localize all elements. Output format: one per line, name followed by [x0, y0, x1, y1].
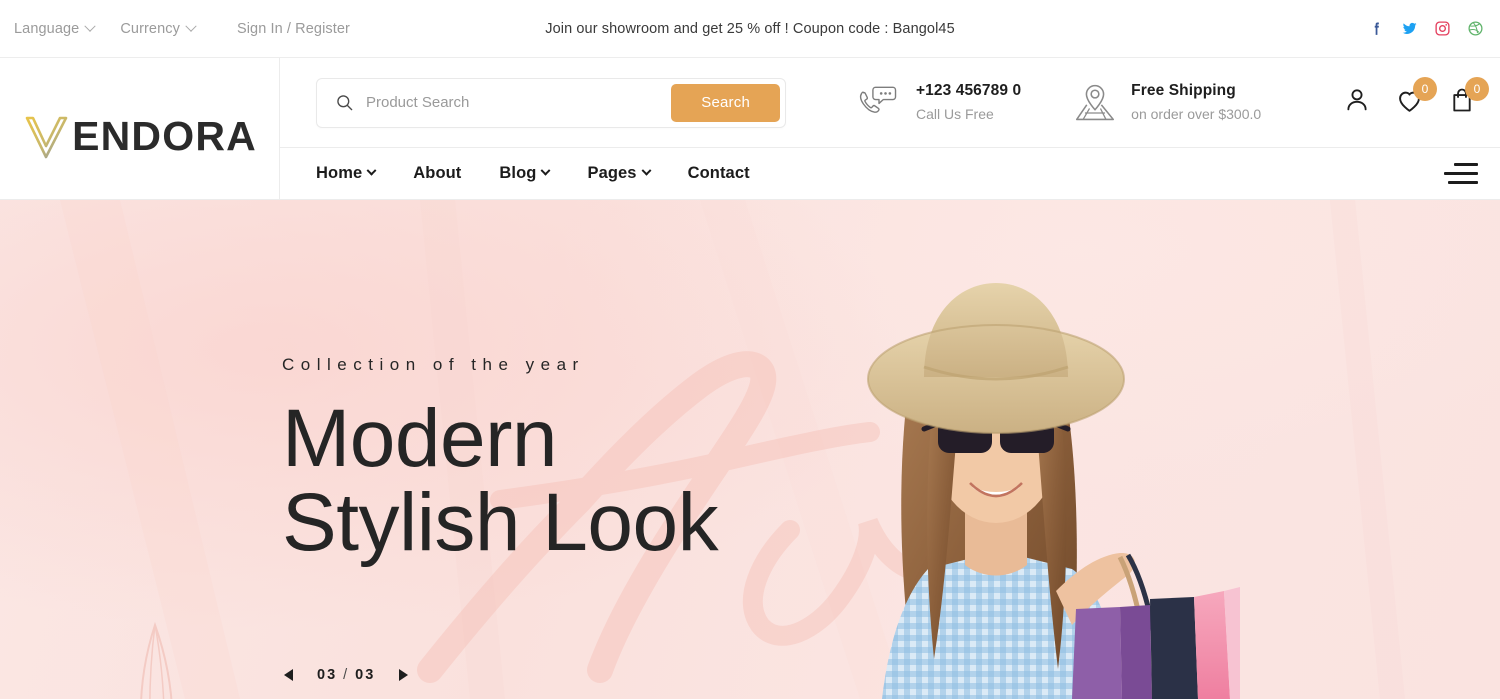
instagram-icon[interactable] [1434, 20, 1451, 37]
hamburger-line [1454, 163, 1478, 166]
hero-title-line-1: Modern [282, 393, 558, 484]
account-button[interactable] [1343, 86, 1371, 119]
phone-chat-icon [859, 86, 897, 113]
wishlist-button[interactable]: 0 [1395, 76, 1437, 120]
hero-title: Modern Stylish Look [282, 397, 719, 568]
nav-item-home[interactable]: Home [316, 164, 413, 183]
signin-register-link[interactable]: Sign In / Register [237, 21, 350, 37]
hamburger-line [1444, 172, 1478, 175]
social-links [1368, 20, 1484, 37]
shipping-info: Free Shipping on order over $300.0 [1073, 81, 1261, 124]
cart-count-badge: 0 [1465, 77, 1489, 101]
hero-content: Collection of the year Modern Stylish Lo… [282, 355, 719, 568]
facebook-icon[interactable] [1368, 20, 1385, 37]
logo-v-icon [25, 116, 68, 158]
logo[interactable]: ENDORA [0, 58, 280, 199]
chevron-down-icon [641, 165, 652, 176]
hero-model-image [867, 283, 1240, 699]
hero-kicker: Collection of the year [282, 355, 585, 374]
nav-label: About [413, 164, 462, 182]
top-bar: Language Currency Sign In / Register Joi… [0, 0, 1500, 58]
arrow-left-icon[interactable] [282, 667, 295, 683]
nav-item-contact[interactable]: Contact [688, 164, 788, 183]
site-header: ENDORA Search [0, 58, 1500, 200]
slide-separator: / [343, 667, 350, 683]
chevron-down-icon [366, 165, 377, 176]
header-actions: 0 0 [1343, 76, 1489, 120]
currency-label: Currency [120, 20, 180, 37]
nav-label: Blog [499, 164, 537, 182]
chevron-down-icon [84, 20, 96, 32]
shipping-subtitle: on order over $300.0 [1131, 106, 1262, 123]
phone-number: +123 456789 0 [916, 82, 1022, 100]
language-label: Language [14, 20, 80, 37]
search-button[interactable]: Search [671, 83, 780, 122]
currency-selector[interactable]: Currency [120, 20, 197, 37]
nav-item-about[interactable]: About [413, 164, 499, 183]
hamburger-line [1448, 181, 1478, 184]
phone-subtitle: Call Us Free [916, 106, 994, 123]
slide-counter: 03 / 03 [317, 667, 375, 683]
hero-slider: Collection of the year Modern Stylish Lo… [0, 200, 1500, 699]
twitter-icon[interactable] [1401, 20, 1418, 37]
top-bar-left-links: Language Currency Sign In / Register [14, 20, 350, 37]
hero-background-decoration [60, 200, 1405, 699]
nav-label: Pages [587, 164, 637, 182]
user-icon [1347, 89, 1367, 111]
chevron-down-icon [185, 20, 197, 32]
phone-info: +123 456789 0 Call Us Free [856, 81, 1021, 124]
dribbble-icon[interactable] [1467, 20, 1484, 37]
hero-title-line-2: Stylish Look [282, 476, 719, 568]
nav-label: Home [316, 164, 363, 182]
logo-text: ENDORA [72, 113, 257, 159]
map-pin-icon [1076, 84, 1115, 120]
nav-label: Contact [687, 164, 750, 182]
nav-item-blog[interactable]: Blog [499, 164, 587, 183]
leaf-decoration [140, 621, 173, 699]
header-utility-row: Search +123 456789 0 Call Us Free [280, 58, 1500, 148]
slide-current: 03 [317, 667, 338, 683]
chevron-down-icon [541, 165, 551, 176]
cart-button[interactable]: 0 [1448, 77, 1489, 119]
shipping-title: Free Shipping [1131, 82, 1236, 100]
hamburger-icon[interactable] [1444, 163, 1478, 184]
straw-hat [867, 283, 1125, 434]
language-selector[interactable]: Language [14, 20, 96, 37]
main-navigation: Home About Blog Pages Contact [280, 148, 1500, 199]
search-icon [337, 95, 353, 111]
arrow-right-icon[interactable] [397, 667, 410, 683]
search-input[interactable] [366, 94, 672, 111]
search-bar[interactable]: Search [316, 77, 786, 128]
header-info-group: +123 456789 0 Call Us Free Free Shipping… [856, 81, 1261, 124]
wishlist-count-badge: 0 [1413, 76, 1437, 101]
slide-total: 03 [355, 667, 376, 683]
slider-navigation: 03 / 03 [282, 667, 410, 683]
nav-item-pages[interactable]: Pages [587, 164, 687, 183]
